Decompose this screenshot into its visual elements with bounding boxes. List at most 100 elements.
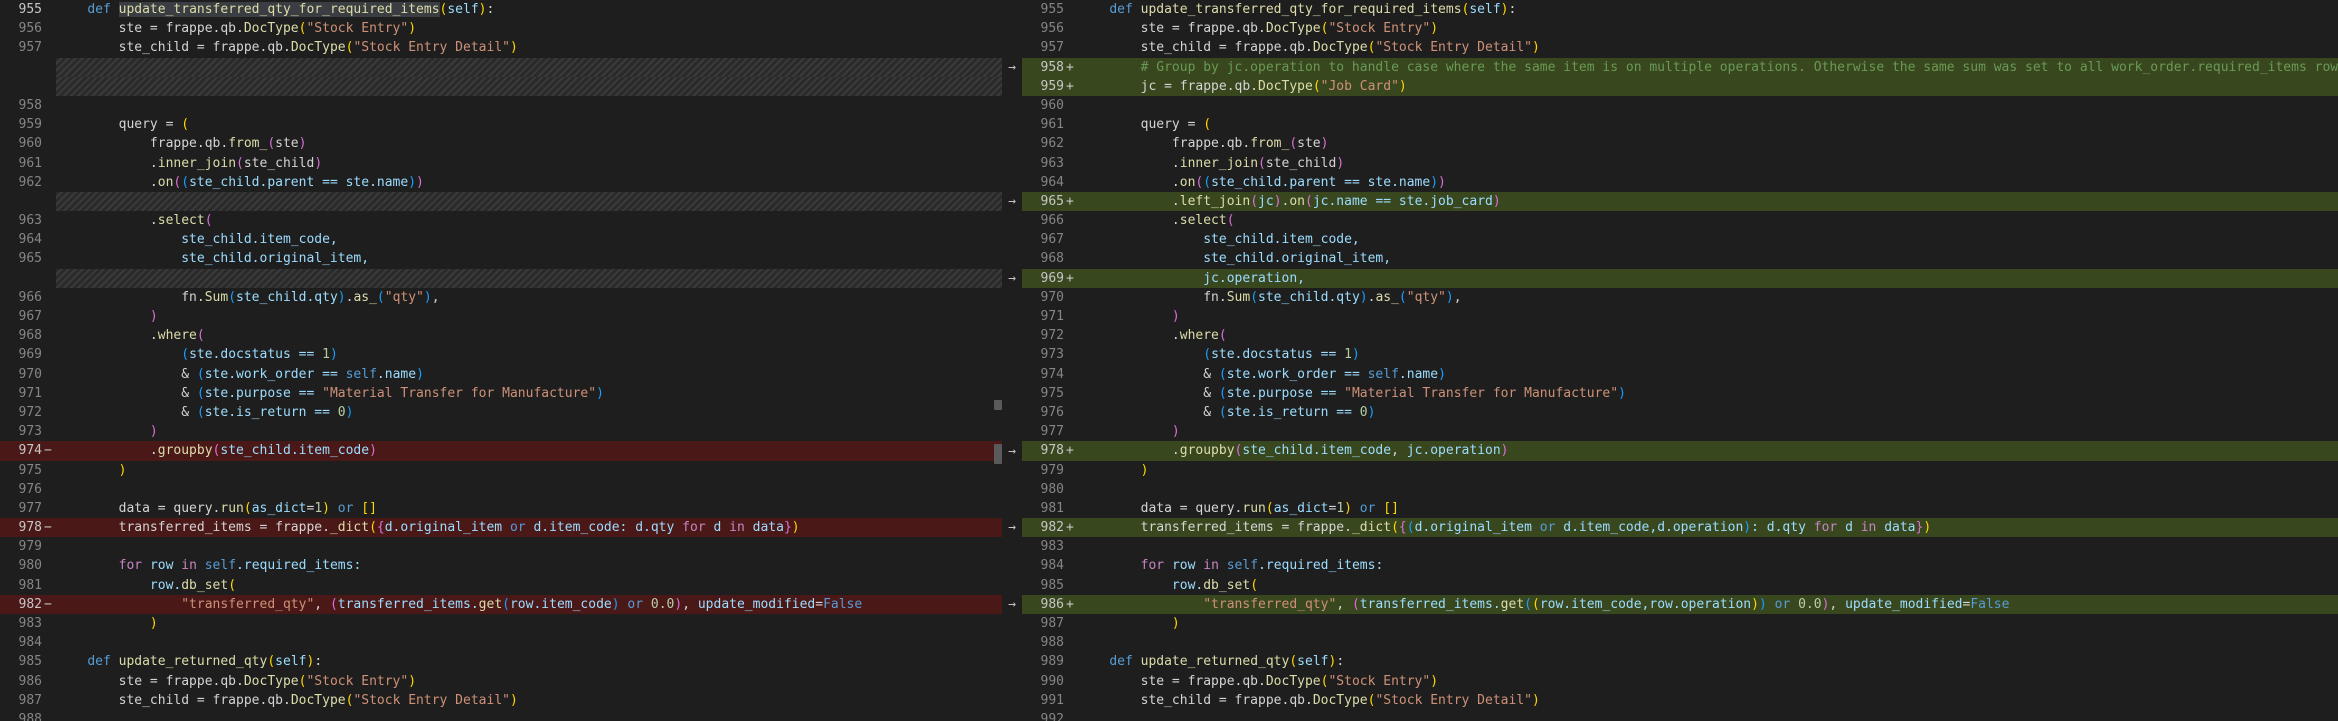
code-token: data = query. — [56, 500, 221, 516]
code-line[interactable]: 972 .where( — [1022, 326, 2338, 345]
code-line[interactable]: 988 — [0, 710, 1002, 721]
code-text: .select( — [56, 211, 1002, 230]
revert-change-arrow-icon[interactable]: → — [1002, 442, 1022, 461]
code-token: row — [149, 558, 182, 574]
code-line[interactable]: 988 — [1022, 633, 2338, 652]
code-line[interactable]: 976 & (ste.is_return == 0) — [1022, 403, 2338, 422]
deleted-line[interactable]: 974− .groupby(ste_child.item_code) — [0, 441, 1002, 461]
code-line[interactable]: 965 ste_child.original_item, — [0, 249, 1002, 268]
code-line[interactable]: 962 .on((ste_child.parent == ste.name)) — [0, 173, 1002, 192]
code-line[interactable]: 983 ) — [0, 614, 1002, 633]
code-line[interactable]: 985 row.db_set( — [1022, 576, 2338, 595]
code-line[interactable]: 973 ) — [0, 422, 1002, 441]
code-line[interactable]: 983 — [1022, 537, 2338, 556]
code-line[interactable]: 968 ste_child.original_item, — [1022, 249, 2338, 268]
diff-marker — [44, 288, 56, 307]
code-line[interactable]: 984 for row in self.required_items: — [1022, 556, 2338, 575]
code-line[interactable]: 989 def update_returned_qty(self): — [1022, 652, 2338, 671]
code-line[interactable]: 976 — [0, 480, 1002, 499]
code-line[interactable]: 991 ste_child = frappe.qb.DocType("Stock… — [1022, 691, 2338, 710]
code-line[interactable]: 964 .on((ste_child.parent == ste.name)) — [1022, 173, 2338, 192]
code-line[interactable]: 966 fn.Sum(ste_child.qty).as_("qty"), — [0, 288, 1002, 307]
code-line[interactable]: 958 — [0, 96, 1002, 115]
code-line[interactable]: 956 ste = frappe.qb.DocType("Stock Entry… — [0, 19, 1002, 38]
code-line[interactable]: 980 — [1022, 480, 2338, 499]
code-line[interactable]: 970 fn.Sum(ste_child.qty).as_("qty"), — [1022, 288, 2338, 307]
diff-filler-row[interactable] — [0, 57, 1002, 77]
code-line[interactable]: 981 data = query.run(as_dict=1) or [] — [1022, 499, 2338, 518]
code-line[interactable]: 960 frappe.qb.from_(ste) — [0, 134, 1002, 153]
code-line[interactable]: 992 — [1022, 710, 2338, 721]
revert-change-arrow-icon[interactable]: → — [1002, 518, 1022, 537]
code-line[interactable]: 975 & (ste.purpose == "Material Transfer… — [1022, 384, 2338, 403]
code-line[interactable]: 977 data = query.run(as_dict=1) or [] — [0, 499, 1002, 518]
code-line[interactable]: 957 ste_child = frappe.qb.DocType("Stock… — [0, 38, 1002, 57]
code-line[interactable]: 986 ste = frappe.qb.DocType("Stock Entry… — [0, 672, 1002, 691]
code-line[interactable]: 962 frappe.qb.from_(ste) — [1022, 134, 2338, 153]
code-token: ste.purpose == — [204, 385, 323, 401]
code-line[interactable]: 979 — [0, 537, 1002, 556]
code-token: d.original_item — [384, 520, 510, 536]
code-line[interactable]: 969 (ste.docstatus == 1) — [0, 345, 1002, 364]
left-scrollbar-change-thumb[interactable] — [994, 444, 1002, 464]
code-line[interactable]: 957 ste_child = frappe.qb.DocType("Stock… — [1022, 38, 2338, 57]
code-line[interactable]: 967 ) — [0, 307, 1002, 326]
code-line[interactable]: 960 — [1022, 96, 2338, 115]
code-line[interactable]: 980 for row in self.required_items: — [0, 556, 1002, 575]
revert-change-arrow-icon[interactable]: → — [1002, 269, 1022, 288]
code-line[interactable]: 972 & (ste.is_return == 0) — [0, 403, 1002, 422]
original-pane[interactable]: 955 def update_transferred_qty_for_requi… — [0, 0, 1002, 721]
inserted-line[interactable]: 978 + .groupby(ste_child.item_code, jc.op… — [1022, 441, 2338, 461]
diff-filler-row[interactable] — [0, 76, 1002, 96]
code-line[interactable]: 961 .inner_join(ste_child) — [0, 154, 1002, 173]
code-line[interactable]: 959 query = ( — [0, 115, 1002, 134]
code-line[interactable]: 985 def update_returned_qty(self): — [0, 652, 1002, 671]
inserted-line[interactable]: 986 + "transferred_qty", (transferred_ite… — [1022, 594, 2338, 614]
diff-filler-row[interactable] — [0, 268, 1002, 288]
inserted-line[interactable]: 982 + transferred_items = frappe._dict({(… — [1022, 518, 2338, 538]
code-line[interactable]: 977 ) — [1022, 422, 2338, 441]
code-line[interactable]: 987 ste_child = frappe.qb.DocType("Stock… — [0, 691, 1002, 710]
code-line[interactable]: 966 .select( — [1022, 211, 2338, 230]
code-token: & — [56, 385, 197, 401]
code-token: ) — [416, 174, 424, 190]
diff-marker — [44, 652, 56, 671]
code-line[interactable]: 961 query = ( — [1022, 115, 2338, 134]
code-token: ( — [502, 596, 510, 612]
code-line[interactable]: 971 & (ste.purpose == "Material Transfer… — [0, 384, 1002, 403]
code-line[interactable]: 987 ) — [1022, 614, 2338, 633]
inserted-line[interactable]: 969 + jc.operation, — [1022, 268, 2338, 288]
code-line[interactable]: 956 ste = frappe.qb.DocType("Stock Entry… — [1022, 19, 2338, 38]
diff-filler-row[interactable] — [0, 191, 1002, 212]
inserted-line[interactable]: 959 + jc = frappe.qb.DocType("Job Card") — [1022, 76, 2338, 96]
code-line[interactable]: 973 (ste.docstatus == 1) — [1022, 345, 2338, 364]
code-text: ste_child = frappe.qb.DocType("Stock Ent… — [56, 691, 1002, 710]
code-token: update_modified — [1845, 596, 1963, 612]
revert-change-arrow-icon[interactable]: → — [1002, 192, 1022, 211]
code-line[interactable]: 968 .where( — [0, 326, 1002, 345]
code-line[interactable]: 967 ste_child.item_code, — [1022, 230, 2338, 249]
line-number: 970 — [1040, 289, 1064, 305]
code-line[interactable]: 975 ) — [0, 461, 1002, 480]
code-line[interactable]: 971 ) — [1022, 307, 2338, 326]
code-line[interactable]: 990 ste = frappe.qb.DocType("Stock Entry… — [1022, 672, 2338, 691]
revert-change-arrow-icon[interactable]: → — [1002, 595, 1022, 614]
code-line[interactable]: 955 def update_transferred_qty_for_requi… — [0, 0, 1002, 19]
code-line[interactable]: 981 row.db_set( — [0, 576, 1002, 595]
code-line[interactable]: 964 ste_child.item_code, — [0, 230, 1002, 249]
code-line[interactable]: 984 — [0, 633, 1002, 652]
code-line[interactable]: 963 .inner_join(ste_child) — [1022, 154, 2338, 173]
deleted-line[interactable]: 978− transferred_items = frappe._dict({d… — [0, 518, 1002, 538]
modified-pane[interactable]: 955 def update_transferred_qty_for_requi… — [1022, 0, 2338, 721]
code-line[interactable]: 963 .select( — [0, 211, 1002, 230]
left-scrollbar-thumb[interactable] — [994, 400, 1002, 410]
code-line[interactable]: 970 & (ste.work_order == self.name) — [0, 365, 1002, 384]
code-line[interactable]: 979 ) — [1022, 461, 2338, 480]
deleted-line[interactable]: 982− "transferred_qty", (transferred_ite… — [0, 594, 1002, 614]
revert-change-arrow-icon[interactable]: → — [1002, 58, 1022, 77]
code-token: self — [1469, 2, 1501, 17]
code-line[interactable]: 955 def update_transferred_qty_for_requi… — [1022, 0, 2338, 19]
inserted-line[interactable]: 965 + .left_join(jc).on(jc.name == ste.jo… — [1022, 191, 2338, 212]
code-line[interactable]: 974 & (ste.work_order == self.name) — [1022, 365, 2338, 384]
inserted-line[interactable]: 958 + # Group by jc.operation to handle c… — [1022, 57, 2338, 77]
